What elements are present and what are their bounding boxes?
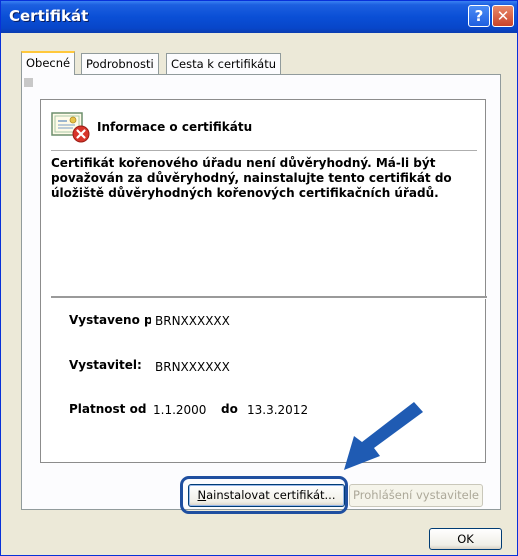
- certificate-dialog: Certifikát ? ✕ Obecné Podrobnosti Cesta …: [0, 0, 518, 556]
- panel-corner-marker: [24, 78, 33, 87]
- header-divider: [51, 150, 477, 151]
- section-divider: [51, 296, 487, 299]
- issued-to-label: Vystaveno pro: [69, 313, 151, 327]
- trust-warning-text: Certifikát kořenového úřadu není důvěryh…: [51, 156, 452, 200]
- help-icon[interactable]: ?: [468, 5, 490, 27]
- issuer-label: Vystavitel:: [69, 358, 142, 372]
- tab-panel-general: Informace o certifikátu Certifikát kořen…: [21, 74, 501, 510]
- window-title: Certifikát: [9, 7, 89, 25]
- info-title: Informace o certifikátu: [97, 120, 253, 134]
- close-icon[interactable]: ✕: [492, 5, 514, 27]
- certificate-icon: [51, 112, 90, 143]
- validity-label: Platnost od: [69, 402, 147, 416]
- validity-from: 1.1.2000: [153, 403, 207, 417]
- issuer-value: BRNXXXXXX: [155, 360, 230, 374]
- validity-to-label: do: [221, 402, 238, 416]
- error-x-icon: [72, 125, 90, 143]
- tab-certification-path[interactable]: Cesta k certifikátu: [166, 53, 281, 74]
- tab-details[interactable]: Podrobnosti: [81, 53, 159, 74]
- annotation-arrow-icon: [344, 402, 423, 470]
- install-button-highlight: [180, 476, 348, 514]
- issued-to-value: BRNXXXXXX: [155, 314, 230, 328]
- title-bar[interactable]: Certifikát ? ✕: [1, 1, 517, 33]
- validity-to: 13.3.2012: [247, 403, 309, 417]
- ok-button[interactable]: OK: [429, 528, 502, 550]
- publisher-statement-button[interactable]: Prohlášení vystavitele: [349, 484, 483, 507]
- tab-general[interactable]: Obecné: [21, 51, 76, 75]
